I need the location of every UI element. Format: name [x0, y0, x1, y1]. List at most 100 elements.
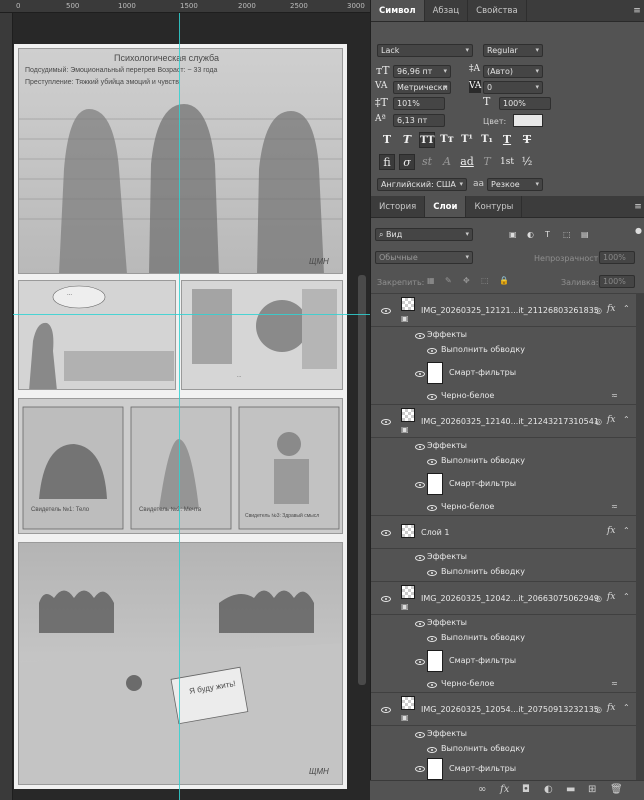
- font-style-select[interactable]: Regular ▾: [483, 44, 543, 57]
- fractions-button[interactable]: ½: [519, 154, 535, 170]
- subscript-button[interactable]: T₁: [479, 132, 495, 148]
- fx-icon[interactable]: fx: [607, 304, 615, 314]
- visibility-eye-icon[interactable]: [381, 596, 391, 602]
- faux-bold-button[interactable]: T: [379, 132, 395, 148]
- chevron-up-icon[interactable]: ⌃: [623, 304, 630, 313]
- visibility-eye-icon[interactable]: [415, 371, 425, 377]
- tracking-select[interactable]: 0 ▾: [483, 81, 543, 94]
- vertical-guide[interactable]: [179, 13, 180, 800]
- chevron-up-icon[interactable]: ⌃: [623, 592, 630, 601]
- small-caps-button[interactable]: Tт: [439, 132, 455, 148]
- horizontal-scale-input[interactable]: 100%: [499, 97, 551, 110]
- vertical-scale-input[interactable]: 101%: [393, 97, 445, 110]
- layer-row[interactable]: Слой 1 fx ⌃: [371, 515, 636, 549]
- layer-name[interactable]: IMG_20260325_12042...it_20663075062949: [421, 594, 599, 603]
- smart-filters-row[interactable]: Смарт-фильтры: [371, 757, 636, 781]
- lock-artboard-icon[interactable]: ⬚: [481, 276, 489, 285]
- delete-layer-icon[interactable]: 🗑: [610, 784, 623, 795]
- baseline-shift-input[interactable]: 6,13 пт: [393, 114, 445, 127]
- titling-alternates-button[interactable]: ad: [459, 154, 475, 170]
- contextual-alternates-button[interactable]: T: [479, 154, 495, 170]
- filter-options-icon[interactable]: ≂: [611, 502, 618, 511]
- filter-mask-thumbnail[interactable]: [427, 758, 443, 780]
- filter-options-icon[interactable]: ≂: [611, 679, 618, 688]
- adjustment-layer-icon[interactable]: ◐: [544, 784, 553, 795]
- filter-mask-thumbnail[interactable]: [427, 473, 443, 495]
- visibility-eye-icon[interactable]: [381, 707, 391, 713]
- visibility-eye-icon[interactable]: [415, 555, 425, 561]
- add-mask-icon[interactable]: ◘: [522, 784, 530, 795]
- tab-history[interactable]: История: [371, 196, 426, 217]
- tab-properties[interactable]: Свойства: [468, 0, 527, 21]
- tab-paragraph[interactable]: Абзац: [425, 0, 469, 21]
- layer-row[interactable]: ▣ IMG_20260325_12054...it_20750913232135…: [371, 692, 636, 726]
- fx-icon[interactable]: fx: [607, 526, 615, 536]
- faux-italic-button[interactable]: T: [399, 132, 415, 148]
- new-group-icon[interactable]: ▬: [566, 784, 575, 795]
- tab-paths[interactable]: Контуры: [466, 196, 523, 217]
- lock-transparent-icon[interactable]: ▦: [427, 276, 435, 285]
- layer-row[interactable]: ▣ IMG_20260325_12121...it_21126803261835…: [371, 293, 636, 327]
- layer-name[interactable]: IMG_20260325_12140...it_21243217310541: [421, 417, 599, 426]
- font-family-select[interactable]: Lack ▾: [377, 44, 473, 57]
- stroke-effect-row[interactable]: Выполнить обводку: [371, 342, 636, 359]
- visibility-eye-icon[interactable]: [427, 505, 437, 511]
- canvas-area[interactable]: 0 500 1000 1500 2000 2500 3000 Психологи…: [0, 0, 370, 800]
- visibility-eye-icon[interactable]: [415, 482, 425, 488]
- visibility-eye-icon[interactable]: [415, 333, 425, 339]
- visibility-eye-icon[interactable]: [427, 570, 437, 576]
- ligatures-button[interactable]: fi: [379, 154, 395, 170]
- filter-mask-thumbnail[interactable]: [427, 650, 443, 672]
- visibility-eye-icon[interactable]: [381, 530, 391, 536]
- filter-options-icon[interactable]: ≂: [611, 391, 618, 400]
- adjustment-filter-icon[interactable]: ◐: [527, 230, 534, 239]
- visibility-eye-icon[interactable]: [415, 659, 425, 665]
- layer-name[interactable]: Слой 1: [421, 528, 449, 537]
- fx-icon[interactable]: fx: [607, 703, 615, 713]
- layer-name[interactable]: IMG_20260325_12121...it_21126803261835: [421, 306, 599, 315]
- visibility-eye-icon[interactable]: [427, 682, 437, 688]
- anti-alias-select[interactable]: Резкое ▾: [487, 178, 543, 191]
- blend-mode-select[interactable]: Обычные ▾: [375, 251, 473, 264]
- layer-filter-select[interactable]: ⌕ Вид ▾: [375, 228, 473, 241]
- old-style-button[interactable]: σ: [399, 154, 415, 170]
- link-layers-icon[interactable]: ∞: [478, 784, 486, 795]
- fx-icon[interactable]: fx: [607, 415, 615, 425]
- visibility-eye-icon[interactable]: [415, 732, 425, 738]
- language-select[interactable]: Английский: США ▾: [377, 178, 467, 191]
- fx-icon[interactable]: fx: [607, 592, 615, 602]
- visibility-eye-icon[interactable]: [415, 444, 425, 450]
- visibility-eye-icon[interactable]: [427, 636, 437, 642]
- lock-pixels-icon[interactable]: ✎: [445, 276, 452, 285]
- layer-row[interactable]: ▣ IMG_20260325_12140...it_21243217310541…: [371, 404, 636, 438]
- image-filter-icon[interactable]: ▣: [509, 230, 517, 239]
- smart-filters-row[interactable]: Смарт-фильтры: [371, 648, 636, 676]
- visibility-eye-icon[interactable]: [381, 308, 391, 314]
- type-filter-icon[interactable]: T: [545, 230, 550, 239]
- opacity-input[interactable]: 100%: [599, 251, 635, 264]
- stroke-effect-row[interactable]: Выполнить обводку: [371, 453, 636, 470]
- visibility-eye-icon[interactable]: [415, 621, 425, 627]
- stroke-effect-row[interactable]: Выполнить обводку: [371, 630, 636, 647]
- underline-button[interactable]: T: [499, 132, 515, 148]
- shape-filter-icon[interactable]: ⬚: [563, 230, 571, 239]
- stroke-effect-row[interactable]: Выполнить обводку: [371, 741, 636, 758]
- chevron-up-icon[interactable]: ⌃: [623, 415, 630, 424]
- all-caps-button[interactable]: TT: [419, 132, 435, 148]
- visibility-eye-icon[interactable]: [427, 747, 437, 753]
- bw-filter-row[interactable]: Черно-белое ≂: [371, 676, 636, 693]
- fill-input[interactable]: 100%: [599, 275, 635, 288]
- leading-input[interactable]: (Авто) ▾: [483, 65, 543, 78]
- filter-mask-thumbnail[interactable]: [427, 362, 443, 384]
- new-layer-icon[interactable]: ⊞: [588, 784, 596, 795]
- horizontal-ruler[interactable]: 0 500 1000 1500 2000 2500 3000: [0, 0, 370, 13]
- panel-menu-icon[interactable]: ≡: [631, 196, 644, 217]
- panel-menu-icon[interactable]: ≡: [630, 0, 644, 21]
- tab-layers[interactable]: Слои: [425, 196, 467, 217]
- smart-object-filter-icon[interactable]: ▤: [581, 230, 589, 239]
- kerning-select[interactable]: Метрически ▾: [393, 81, 451, 94]
- canvas-scrollbar[interactable]: [358, 275, 366, 685]
- visibility-eye-icon[interactable]: [427, 459, 437, 465]
- vertical-ruler[interactable]: [0, 13, 13, 800]
- lock-all-icon[interactable]: 🔒: [499, 276, 509, 285]
